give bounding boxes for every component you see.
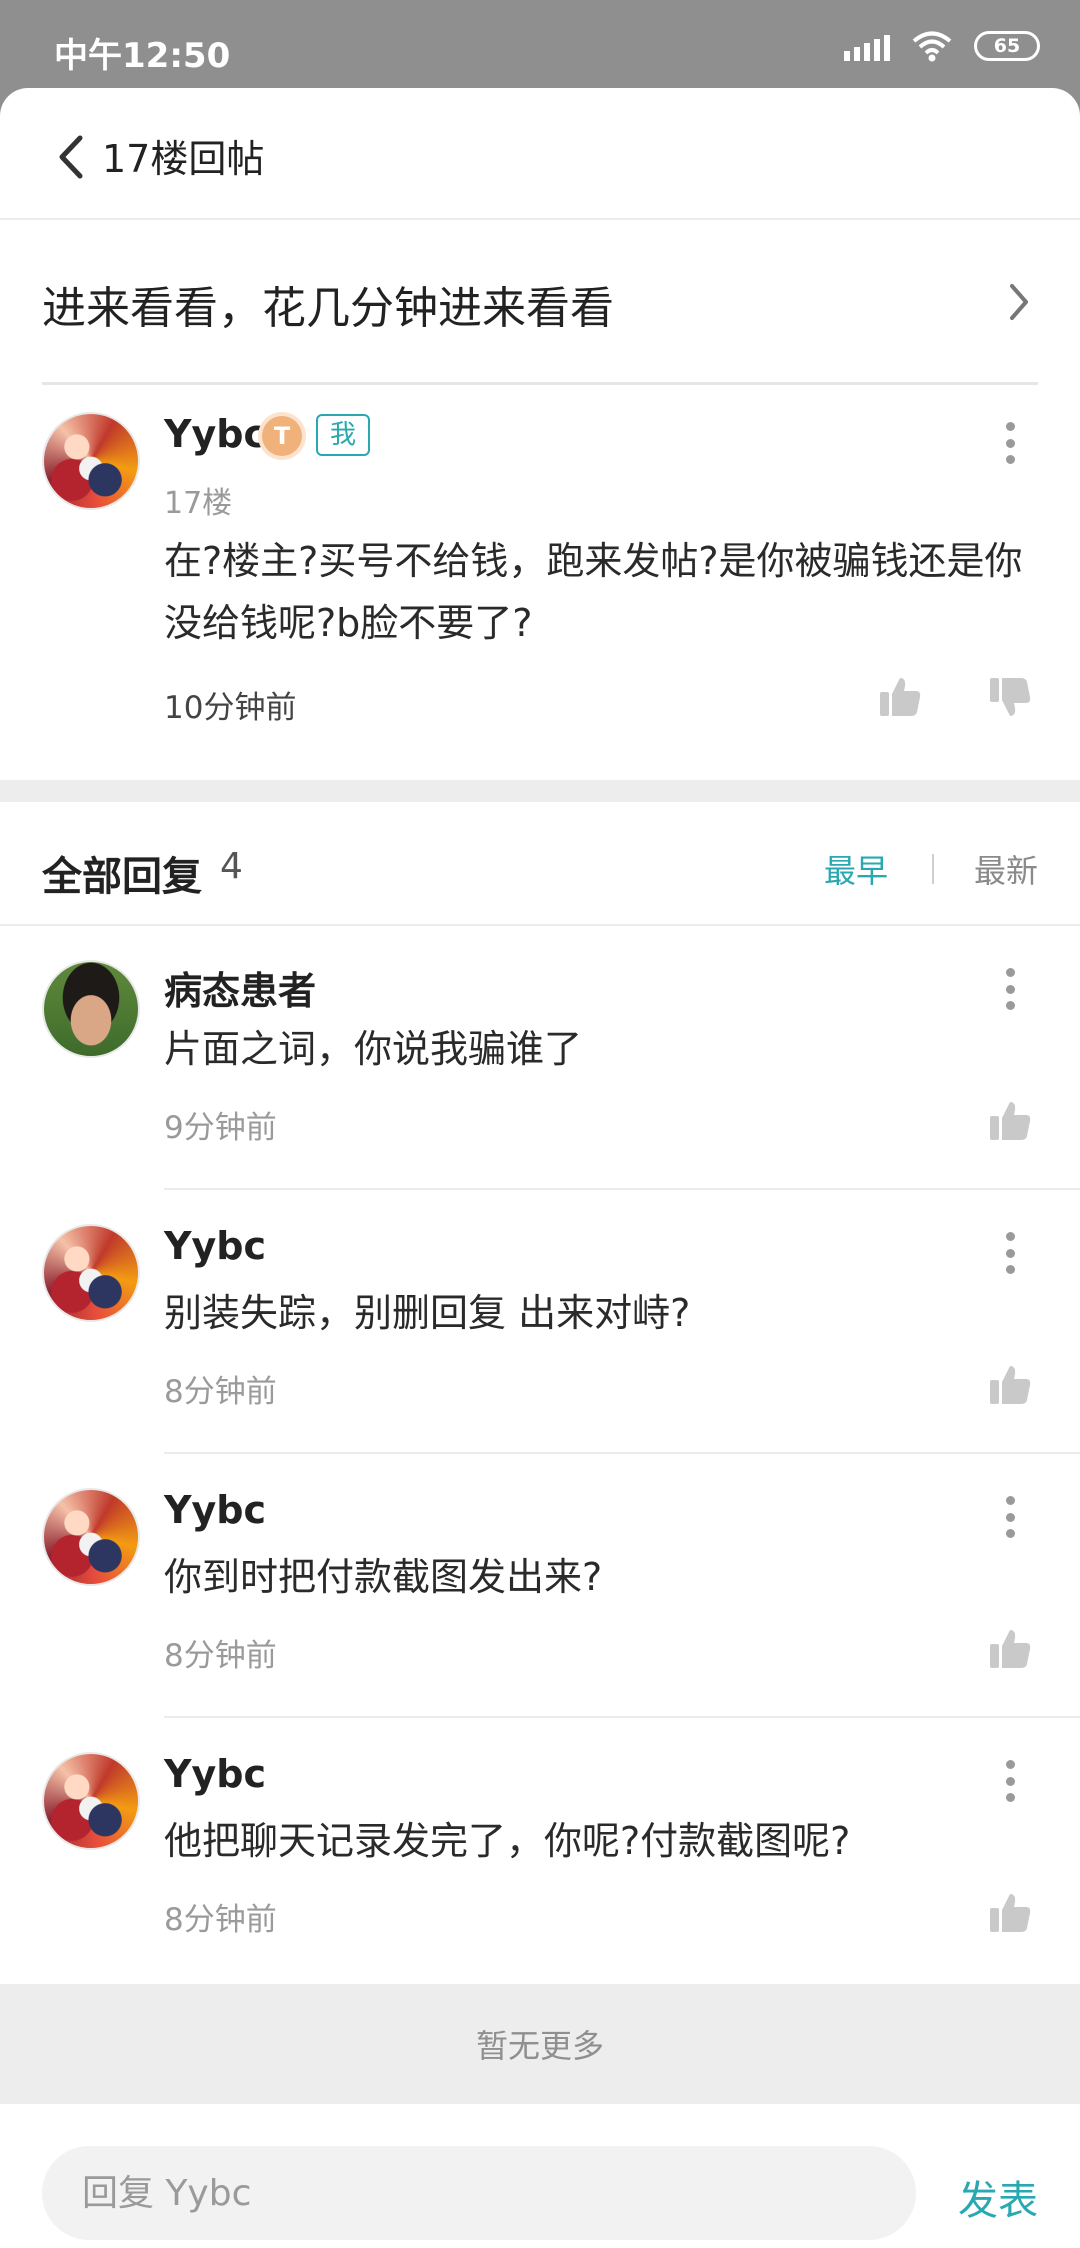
reply-time: 8分钟前 xyxy=(164,1638,277,1674)
replies-header: 全部回复 4 最早 最新 xyxy=(0,802,1080,926)
reply-content: 你到时把付款截图发出来? xyxy=(164,1555,603,1599)
no-more-label: 暂无更多 xyxy=(0,1984,1080,2104)
reply-time: 8分钟前 xyxy=(164,1374,277,1410)
send-button[interactable]: 发表 xyxy=(958,2168,1038,2226)
more-options-icon[interactable] xyxy=(998,1756,1022,1806)
reply-item: Yybc 他把聊天记录发完了，你呢?付款截图呢? 8分钟前 xyxy=(0,1718,1080,1982)
sort-earliest-button[interactable]: 最早 xyxy=(824,846,888,892)
avatar[interactable] xyxy=(42,960,140,1058)
username[interactable]: Yybc xyxy=(164,1752,266,1796)
reply-item: Yybc 你到时把付款截图发出来? 8分钟前 xyxy=(0,1454,1080,1718)
more-options-icon[interactable] xyxy=(998,964,1022,1014)
avatar[interactable] xyxy=(42,1488,140,1586)
avatar[interactable] xyxy=(42,1224,140,1322)
replies-title: 全部回复 xyxy=(42,854,202,900)
reply-detail-sheet: 17楼回帖 进来看看，花几分钟进来看看 Yybc T 我 17楼 在?楼主?买号… xyxy=(0,88,1080,2248)
username[interactable]: Yybc xyxy=(164,1224,266,1268)
status-time: 中午12:50 xyxy=(54,36,231,76)
floor-number: 17楼 xyxy=(164,486,233,521)
reply-content: 他把聊天记录发完了，你呢?付款截图呢? xyxy=(164,1819,851,1863)
post-content: 在?楼主?买号不给钱，跑来发帖?是你被骗钱还是你没给钱呢?b脸不要了? xyxy=(164,539,1023,645)
back-icon[interactable] xyxy=(52,132,92,182)
sort-latest-button[interactable]: 最新 xyxy=(974,846,1038,892)
header: 17楼回帖 xyxy=(0,88,1080,220)
reply-bar: 发表 xyxy=(0,2104,1080,2248)
avatar[interactable] xyxy=(42,1752,140,1850)
username[interactable]: 病态患者 xyxy=(164,960,316,1015)
sort-separator xyxy=(932,854,934,884)
reply-time: 8分钟前 xyxy=(164,1902,277,1938)
avatar[interactable] xyxy=(42,412,140,510)
reply-content: 别装失踪，别删回复 出来对峙? xyxy=(164,1291,691,1335)
reply-item: Yybc 别装失踪，别删回复 出来对峙? 8分钟前 xyxy=(0,1190,1080,1454)
like-icon[interactable] xyxy=(988,1362,1032,1406)
like-icon[interactable] xyxy=(988,1890,1032,1934)
reply-item: 病态患者 片面之词，你说我骗谁了 9分钟前 xyxy=(0,926,1080,1190)
more-options-icon[interactable] xyxy=(998,1228,1022,1278)
like-icon[interactable] xyxy=(878,674,922,718)
section-gap xyxy=(0,780,1080,802)
battery-icon: 65 xyxy=(974,31,1040,61)
reply-time: 9分钟前 xyxy=(164,1110,277,1146)
post-time: 10分钟前 xyxy=(164,690,297,726)
reply-input[interactable] xyxy=(42,2146,916,2240)
wifi-icon xyxy=(912,31,952,62)
reply-content: 片面之词，你说我骗谁了 xyxy=(164,1027,583,1071)
page-title: 17楼回帖 xyxy=(102,137,265,181)
dislike-icon[interactable] xyxy=(988,676,1032,720)
like-icon[interactable] xyxy=(988,1626,1032,1670)
replies-count: 4 xyxy=(220,846,243,887)
level-badge: T xyxy=(262,416,302,456)
more-options-icon[interactable] xyxy=(998,418,1022,468)
username[interactable]: Yybc xyxy=(164,412,266,456)
chevron-right-icon xyxy=(1010,284,1028,320)
thread-link[interactable]: 进来看看，花几分钟进来看看 xyxy=(0,220,1080,382)
status-bar: 中午12:50 65 xyxy=(0,0,1080,100)
thread-title: 进来看看，花几分钟进来看看 xyxy=(42,283,614,334)
status-icons: 65 xyxy=(844,30,1040,62)
username[interactable]: Yybc xyxy=(164,1488,266,1532)
more-options-icon[interactable] xyxy=(998,1492,1022,1542)
me-tag: 我 xyxy=(316,414,371,456)
like-icon[interactable] xyxy=(988,1098,1032,1142)
signal-icon xyxy=(844,31,890,61)
